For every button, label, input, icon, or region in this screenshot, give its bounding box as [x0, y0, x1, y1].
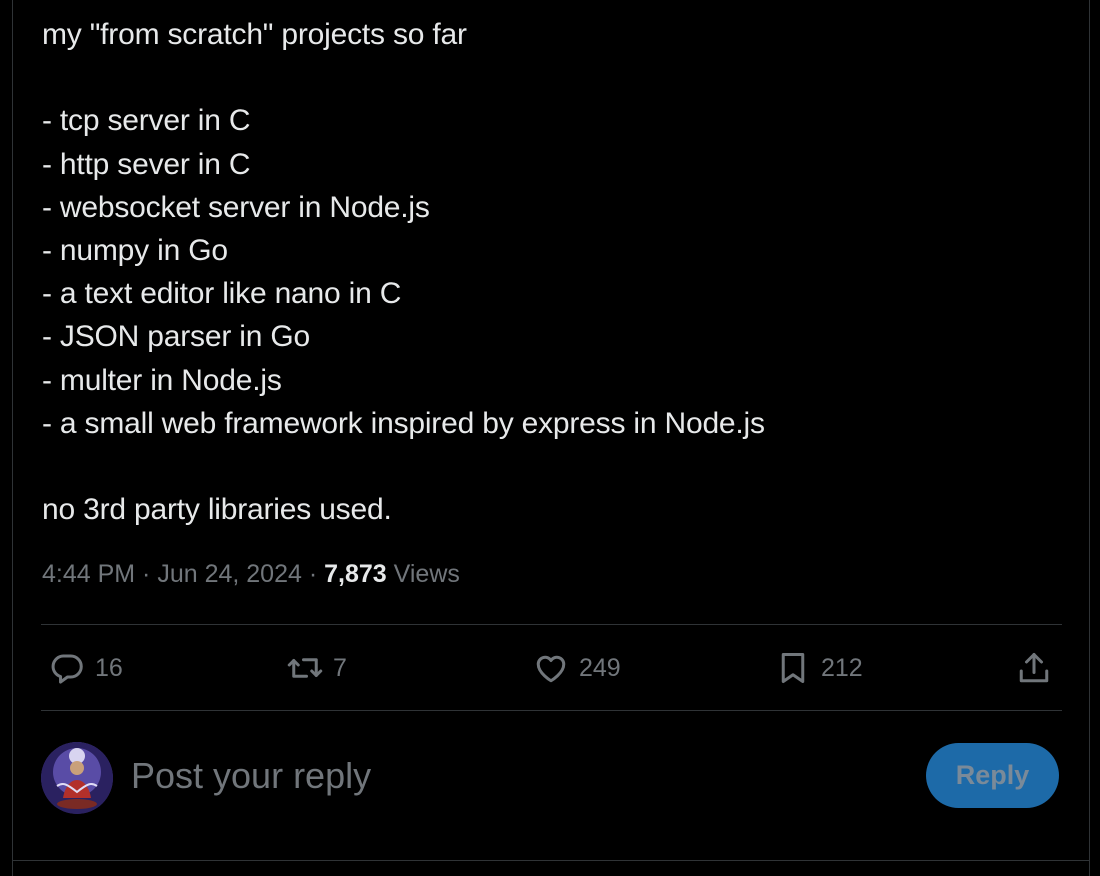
views-label: Views	[386, 560, 460, 588]
like-action-button[interactable]: 249	[533, 640, 621, 696]
meta-separator: ·	[301, 560, 325, 588]
repost-icon	[287, 658, 323, 678]
tweet-line: - JSON parser in Go	[42, 320, 310, 354]
tweet-meta: 4:44 PM · Jun 24, 2024 · 7,873 Views	[42, 560, 460, 589]
tweet-line: - multer in Node.js	[42, 363, 282, 397]
meta-separator: ·	[135, 560, 158, 588]
action-bar: 16 7 249 212	[41, 640, 1062, 696]
column-border-right	[1089, 0, 1090, 876]
reply-composer: Reply	[41, 742, 1062, 814]
tweet-line: - numpy in Go	[42, 233, 228, 267]
like-count: 249	[579, 653, 621, 682]
bookmark-count: 212	[821, 653, 863, 682]
tweet-line: - tcp server in C	[42, 104, 251, 138]
bookmark-action-button[interactable]: 212	[775, 640, 863, 696]
tweet-line	[42, 56, 1062, 99]
reply-button[interactable]: Reply	[926, 743, 1059, 808]
avatar-image	[41, 742, 113, 814]
reply-input[interactable]	[131, 750, 891, 802]
column-border-left	[12, 0, 13, 876]
tweet-line: - a text editor like nano in C	[42, 277, 402, 311]
views-count[interactable]: 7,873	[324, 560, 387, 588]
reply-action-button[interactable]: 16	[49, 640, 123, 696]
tweet-line: - http sever in C	[42, 147, 251, 181]
tweet-line: my "from scratch" projects so far	[42, 18, 467, 51]
reply-icon	[51, 654, 83, 684]
column-border-bottom	[12, 860, 1090, 861]
bookmark-icon	[781, 653, 805, 683]
tweet-text: my "from scratch" projects so far - tcp …	[42, 13, 1062, 531]
divider-top	[41, 624, 1062, 625]
tweet-line: - websocket server in Node.js	[42, 190, 430, 224]
tweet-time[interactable]: 4:44 PM	[42, 560, 135, 588]
tweet-date[interactable]: Jun 24, 2024	[157, 560, 302, 588]
share-icon	[1019, 653, 1049, 683]
avatar[interactable]	[41, 742, 113, 814]
tweet-detail: my "from scratch" projects so far - tcp …	[0, 0, 1100, 876]
tweet-line: - a small web framework inspired by expr…	[42, 406, 765, 440]
heart-icon	[536, 655, 566, 683]
tweet-line	[42, 445, 1062, 488]
share-action-button[interactable]	[1016, 640, 1052, 696]
tweet-line: no 3rd party libraries used.	[42, 493, 392, 527]
divider-bottom	[41, 710, 1062, 711]
repost-count: 7	[333, 653, 347, 682]
reply-count: 16	[95, 653, 123, 682]
repost-action-button[interactable]: 7	[287, 640, 347, 696]
